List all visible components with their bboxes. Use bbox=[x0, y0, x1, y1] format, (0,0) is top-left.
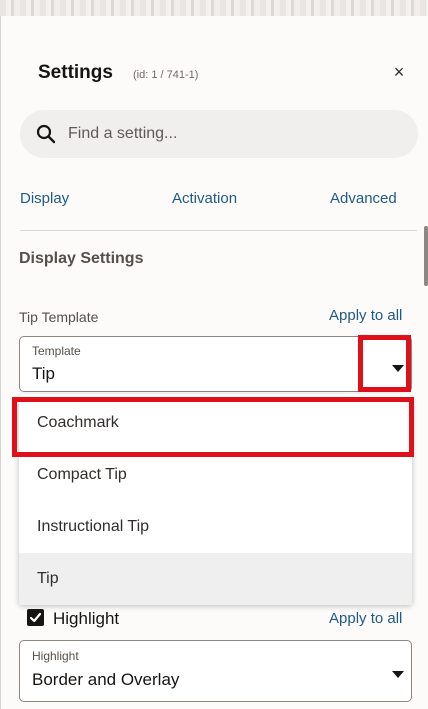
tab-display[interactable]: Display bbox=[20, 190, 69, 207]
template-select[interactable]: Template Tip bbox=[19, 336, 412, 392]
tab-activation[interactable]: Activation bbox=[172, 190, 237, 207]
highlight-checkbox[interactable] bbox=[27, 609, 44, 626]
option-instructional-tip[interactable]: Instructional Tip bbox=[19, 501, 412, 553]
highlight-checkbox-label: Highlight bbox=[53, 609, 120, 628]
annotation-highlight-coachmark bbox=[12, 397, 414, 457]
search-input[interactable] bbox=[66, 124, 370, 144]
checkmark-icon bbox=[29, 612, 42, 623]
highlight-select[interactable]: Highlight Border and Overlay bbox=[19, 640, 412, 702]
panel-scrollbar[interactable] bbox=[424, 226, 428, 286]
chevron-down-icon[interactable] bbox=[392, 671, 404, 678]
panel-id-subtitle: (id: 1 / 741-1) bbox=[133, 69, 199, 81]
template-select-value: Tip bbox=[32, 364, 55, 383]
search-field[interactable] bbox=[20, 110, 418, 158]
close-icon: × bbox=[393, 61, 405, 82]
tip-template-label: Tip Template bbox=[19, 309, 99, 325]
search-icon bbox=[36, 124, 56, 144]
highlight-apply-all-link[interactable]: Apply to all bbox=[329, 610, 402, 627]
tabs-divider bbox=[20, 230, 417, 231]
section-title: Display Settings bbox=[19, 250, 144, 267]
annotation-highlight-caret bbox=[358, 335, 411, 392]
highlight-select-value: Border and Overlay bbox=[32, 670, 180, 689]
tip-template-apply-all-link[interactable]: Apply to all bbox=[329, 307, 402, 324]
panel-title: Settings bbox=[38, 62, 113, 83]
close-button[interactable]: × bbox=[388, 60, 410, 84]
option-tip[interactable]: Tip bbox=[19, 553, 412, 605]
tab-advanced[interactable]: Advanced bbox=[330, 190, 397, 207]
background-page-strip bbox=[0, 0, 428, 17]
template-select-label: Template bbox=[32, 344, 81, 358]
highlight-select-label: Highlight bbox=[32, 649, 79, 663]
settings-tabs: Display Activation Advanced bbox=[0, 190, 428, 214]
